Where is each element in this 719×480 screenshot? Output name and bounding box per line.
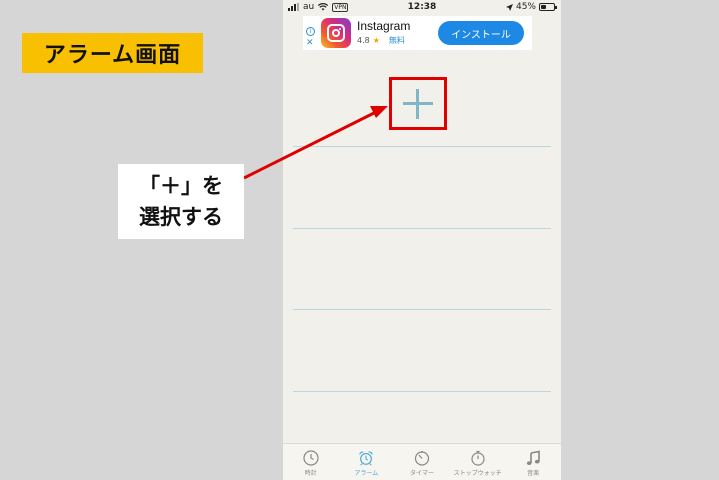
instruction-callout: 「＋」を 選択する [118, 164, 244, 239]
star-icon: ★ [372, 36, 380, 45]
list-divider [293, 391, 551, 392]
tab-label: アラーム [354, 470, 379, 477]
battery-icon [539, 3, 557, 11]
tab-label: 音楽 [527, 470, 540, 477]
stopwatch-icon [470, 450, 486, 466]
list-divider [293, 309, 551, 310]
add-alarm-button[interactable] [389, 77, 447, 130]
status-bar: au VPN 12:38 45% [283, 0, 561, 14]
clock-icon [303, 450, 319, 466]
list-divider [293, 146, 551, 147]
tab-clock[interactable]: 時計 [283, 444, 339, 480]
tab-music[interactable]: 音楽 [505, 444, 561, 480]
install-button[interactable]: インストール [438, 21, 524, 45]
tab-timer[interactable]: タイマー [394, 444, 450, 480]
tab-bar: 時計 アラーム タイマー ストップウォッチ 音楽 [283, 443, 561, 480]
tab-label: 時計 [304, 470, 317, 477]
plus-icon [403, 88, 433, 119]
location-arrow-icon [505, 3, 513, 11]
music-note-icon [525, 450, 541, 466]
tab-stopwatch[interactable]: ストップウォッチ [450, 444, 506, 480]
screen-label: アラーム画面 [22, 33, 203, 73]
ad-close-icon[interactable]: ✕ [306, 38, 314, 48]
ad-price: 無料 [388, 36, 405, 45]
ad-meta: 4.8 ★ 無料 [357, 35, 405, 46]
ad-banner[interactable]: i ✕ Instagram 4.8 ★ 無料 インストール [303, 16, 532, 50]
tab-label: タイマー [409, 470, 434, 477]
phone-screen: au VPN 12:38 45% i ✕ Instagram 4.8 ★ 無料 … [283, 0, 561, 480]
instagram-app-icon [321, 18, 351, 48]
ad-rating: 4.8 [357, 36, 370, 45]
alarm-clock-icon [358, 450, 374, 466]
battery-percent: 45% [515, 2, 536, 12]
ad-app-name: Instagram [357, 19, 411, 33]
tab-alarm[interactable]: アラーム [339, 444, 395, 480]
callout-line-2: 選択する [139, 204, 223, 229]
tab-label: ストップウォッチ [453, 470, 502, 477]
timer-icon [414, 450, 430, 466]
list-divider [293, 228, 551, 229]
ad-info-icon[interactable]: i [306, 27, 315, 36]
callout-line-1: 「＋」を [139, 173, 223, 198]
